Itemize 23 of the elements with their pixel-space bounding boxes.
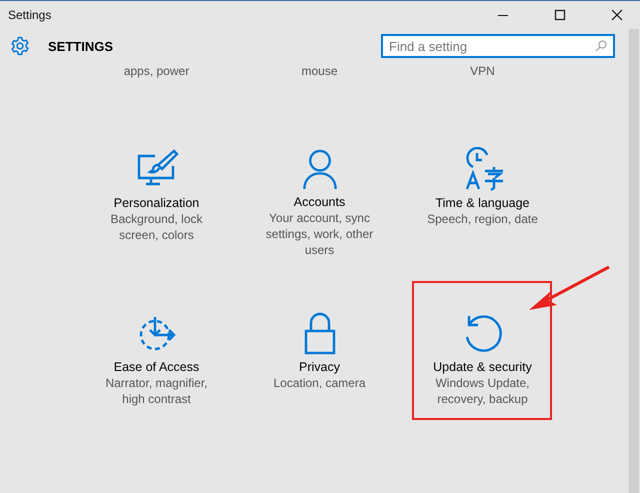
window-title: Settings [8, 8, 52, 22]
tile-description: Narrator, magnifier, high contrast [104, 375, 209, 407]
tile-title[interactable]: Update & security [433, 359, 532, 375]
tile-title[interactable]: Time & language [435, 195, 530, 211]
search-icon[interactable] [595, 40, 607, 52]
tile-description: Windows Update, recovery, backup [434, 375, 531, 407]
page-title: SETTINGS [48, 38, 114, 54]
tile-title[interactable]: Personalization [114, 195, 200, 211]
tile-description: mouse [301, 63, 338, 79]
tile-description: Location, camera [272, 375, 367, 391]
tile-title[interactable]: Accounts [294, 194, 346, 210]
tile-title[interactable]: Privacy [299, 359, 340, 375]
tile-description: Speech, region, date [426, 211, 539, 227]
scrollbar[interactable] [629, 29, 639, 493]
tile-description: apps, power [124, 63, 190, 79]
close-icon[interactable] [611, 9, 623, 21]
tile-description: Background, lock screen, colors [109, 211, 204, 243]
tile-description: VPN [470, 63, 495, 79]
settings-icon[interactable] [10, 36, 30, 56]
tile-description: Your account, sync settings, work, other users [264, 210, 374, 258]
search-field[interactable]: Find a setting [381, 34, 615, 58]
tile-title[interactable]: Ease of Access [114, 359, 200, 375]
maximize-icon[interactable] [554, 9, 566, 21]
